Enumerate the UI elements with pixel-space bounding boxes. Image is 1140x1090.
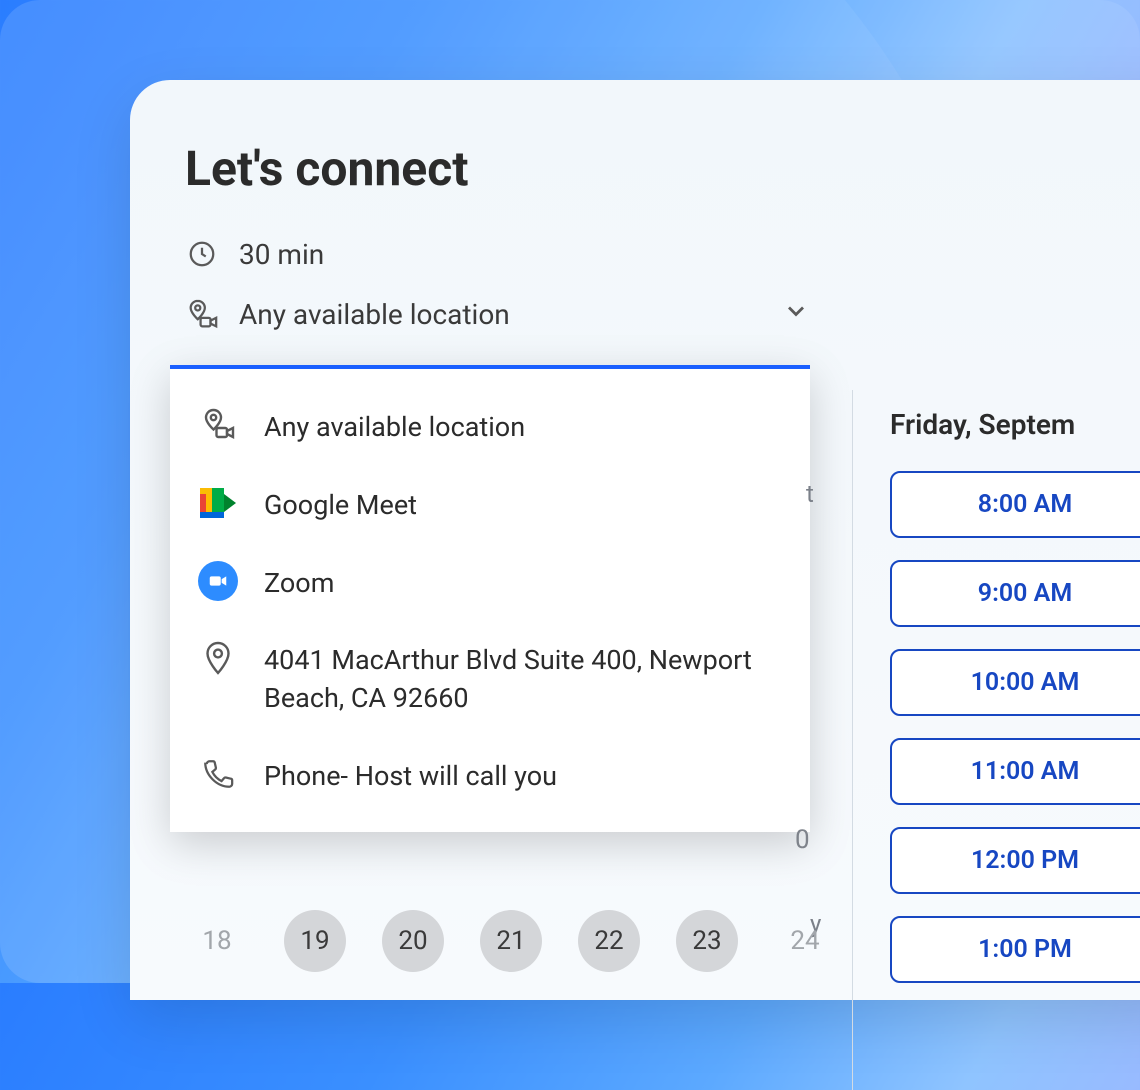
dropdown-item-phone[interactable]: Phone- Host will call you bbox=[170, 736, 810, 814]
booking-card: Let's connect 30 min Any available locat… bbox=[130, 80, 1140, 1000]
google-meet-icon bbox=[198, 483, 238, 523]
dropdown-item-label: Google Meet bbox=[264, 483, 417, 525]
calendar-day[interactable]: 23 bbox=[676, 910, 738, 972]
chevron-down-icon bbox=[782, 297, 810, 332]
dropdown-item-zoom[interactable]: Zoom bbox=[170, 543, 810, 621]
calendar-day: 24 bbox=[774, 910, 836, 972]
dropdown-item-label: Phone- Host will call you bbox=[264, 754, 557, 796]
dropdown-item-address[interactable]: 4041 MacArthur Blvd Suite 400, Newport B… bbox=[170, 620, 810, 736]
location-dropdown: Any available location Google Meet Zoom bbox=[170, 365, 810, 832]
time-slot[interactable]: 1:00 PM bbox=[890, 916, 1140, 983]
time-slots-column: Friday, Septem 8:00 AM 9:00 AM 10:00 AM … bbox=[890, 408, 1140, 1005]
location-camera-icon bbox=[198, 405, 238, 445]
dropdown-item-label: Any available location bbox=[264, 405, 525, 447]
obscured-text: t bbox=[806, 480, 814, 508]
time-slot[interactable]: 12:00 PM bbox=[890, 827, 1140, 894]
vertical-divider bbox=[852, 390, 853, 1090]
dropdown-item-google-meet[interactable]: Google Meet bbox=[170, 465, 810, 543]
dropdown-item-label: Zoom bbox=[264, 561, 334, 603]
time-slot[interactable]: 11:00 AM bbox=[890, 738, 1140, 805]
calendar-day: 18 bbox=[186, 910, 248, 972]
time-slot[interactable]: 10:00 AM bbox=[890, 649, 1140, 716]
location-dropdown-trigger[interactable]: Any available location bbox=[185, 297, 810, 332]
phone-icon bbox=[198, 754, 238, 794]
page-title: Let's connect bbox=[185, 140, 1140, 197]
calendar-day[interactable]: 19 bbox=[284, 910, 346, 972]
clock-icon bbox=[185, 237, 219, 271]
map-pin-icon bbox=[198, 638, 238, 678]
dropdown-item-any-location[interactable]: Any available location bbox=[170, 387, 810, 465]
calendar-day[interactable]: 22 bbox=[578, 910, 640, 972]
time-slot[interactable]: 8:00 AM bbox=[890, 471, 1140, 538]
zoom-icon bbox=[198, 561, 238, 601]
calendar-week-row: 18 19 20 21 22 23 24 bbox=[186, 910, 836, 972]
location-selected-label: Any available location bbox=[239, 298, 510, 331]
calendar-day[interactable]: 20 bbox=[382, 910, 444, 972]
time-slot[interactable]: 9:00 AM bbox=[890, 560, 1140, 627]
selected-date-label: Friday, Septem bbox=[890, 408, 1140, 441]
calendar-day[interactable]: 21 bbox=[480, 910, 542, 972]
obscured-text: 0 bbox=[795, 825, 810, 855]
duration-row: 30 min bbox=[185, 237, 1140, 271]
location-camera-icon bbox=[185, 298, 219, 332]
duration-label: 30 min bbox=[239, 238, 324, 271]
dropdown-item-label: 4041 MacArthur Blvd Suite 400, Newport B… bbox=[264, 638, 782, 718]
